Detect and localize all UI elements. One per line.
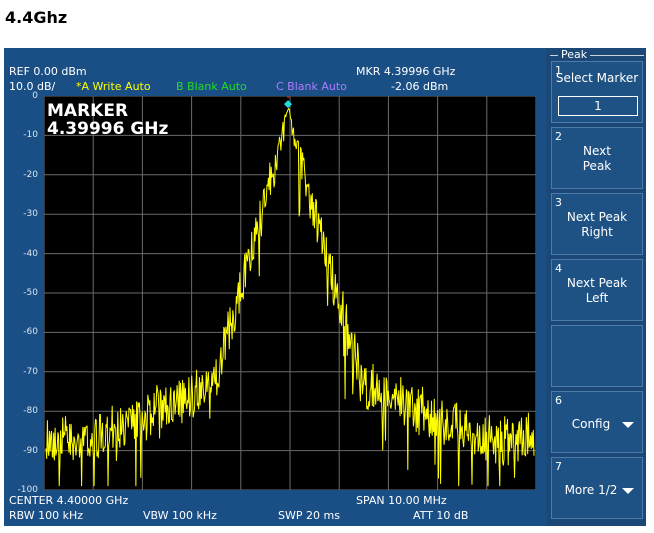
marker-frequency-readout: MKR 4.39996 GHz xyxy=(356,65,456,78)
y-axis-tick-label: -60 xyxy=(23,327,38,338)
attenuation: ATT 10 dB xyxy=(413,509,469,522)
config-softkey[interactable]: 6 Config xyxy=(551,391,643,453)
rbw: RBW 100 kHz xyxy=(9,509,84,522)
trace-c-status: C Blank Auto xyxy=(276,80,347,93)
center-frequency: CENTER 4.40000 GHz xyxy=(9,494,129,507)
softkey-number: 4 xyxy=(555,262,562,275)
spectrum-analyzer: REF 0.00 dBm 10.0 dB/ *A Write Auto B Bl… xyxy=(4,48,646,526)
display-screen: REF 0.00 dBm 10.0 dB/ *A Write Auto B Bl… xyxy=(4,48,546,526)
softkey-label: Select Marker xyxy=(555,71,639,85)
y-axis-labels: 0 -10 -20 -30 -40 -50 -60 -70 -80 -90 -100 xyxy=(8,48,38,526)
marker-level-readout: -2.06 dBm xyxy=(391,80,449,93)
more-softkey[interactable]: 7 More 1/2 xyxy=(551,457,643,519)
sweep-time: SWP 20 ms xyxy=(278,509,340,522)
next-peak-right-softkey[interactable]: 3 Next Peak Right xyxy=(551,193,643,255)
softkey-label-line1: Next xyxy=(583,144,611,158)
trace-b-status: B Blank Auto xyxy=(176,80,247,93)
marker-number-field[interactable]: 1 xyxy=(558,96,638,116)
trace-a-status: *A Write Auto xyxy=(76,80,151,93)
y-axis-tick-label: -50 xyxy=(23,288,38,298)
softkey-number: 7 xyxy=(555,460,562,473)
y-axis-tick-label: -90 xyxy=(23,445,38,456)
softkey-label-line1: Next Peak xyxy=(566,276,628,290)
select-marker-softkey[interactable]: 1 Select Marker 1 xyxy=(551,61,643,123)
marker-box-label: MARKER xyxy=(47,101,129,121)
softkey-label-line2: Right xyxy=(581,225,613,239)
submenu-arrow-icon xyxy=(622,488,634,494)
blank-softkey[interactable] xyxy=(551,325,643,387)
next-peak-softkey[interactable]: 2 Next Peak xyxy=(551,127,643,189)
softkey-panel: Peak 1 Select Marker 1 2 Next Peak 3 Nex… xyxy=(548,48,646,526)
spectrum-plot xyxy=(44,96,536,490)
y-axis-tick-label: 0 xyxy=(32,91,38,101)
y-axis-tick-label: -80 xyxy=(23,406,38,417)
submenu-arrow-icon xyxy=(622,422,634,428)
next-peak-left-softkey[interactable]: 4 Next Peak Left xyxy=(551,259,643,321)
softkey-label-line2: Peak xyxy=(582,159,612,173)
y-axis-tick-label: -10 xyxy=(23,130,38,141)
softkey-label-line1: Next Peak xyxy=(566,210,628,224)
y-axis-tick-label: -70 xyxy=(23,366,38,377)
vbw: VBW 100 kHz xyxy=(143,509,217,522)
softkey-number: 2 xyxy=(555,130,562,143)
y-axis-tick-label: -40 xyxy=(23,248,38,259)
page-title: 4.4Ghz xyxy=(5,8,68,27)
y-axis-tick-label: -30 xyxy=(23,209,38,220)
softkey-menu-title: Peak xyxy=(558,48,591,61)
softkey-number: 3 xyxy=(555,196,562,209)
y-axis-tick-label: -20 xyxy=(23,169,38,180)
marker-box-frequency: 4.39996 GHz xyxy=(47,119,169,139)
softkey-number: 6 xyxy=(555,394,562,407)
softkey-label-line2: Left xyxy=(585,291,609,305)
span: SPAN 10.00 MHz xyxy=(356,494,447,507)
